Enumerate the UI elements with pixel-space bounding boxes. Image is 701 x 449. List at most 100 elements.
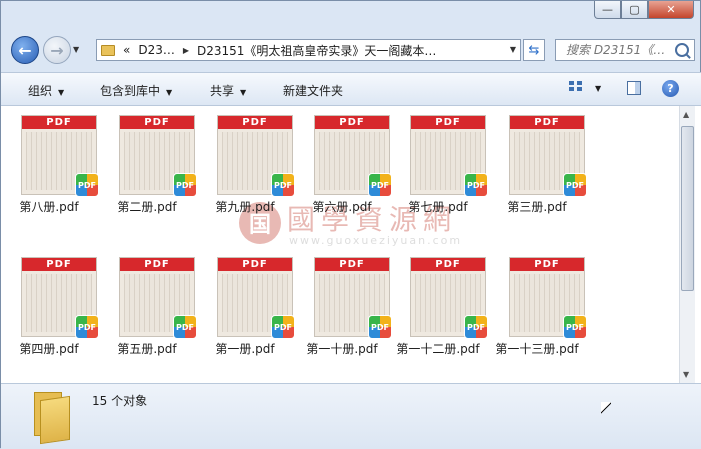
breadcrumb-overflow[interactable]: « [123,43,130,57]
scroll-down-arrow-icon[interactable]: ▼ [683,370,689,379]
include-in-library-menu[interactable]: 包含到库中 ▼ [100,82,172,99]
folder-icon [28,392,72,445]
file-item[interactable]: PDF PDF 第二册.pdf [99,106,197,236]
file-list[interactable]: 国 國學資源網 www.guoxueziyuan.com PDF PDF 第八册.p… [1,106,701,383]
pdf-banner: PDF [315,116,389,129]
view-grid-cell [569,87,574,91]
window-controls: — ▢ ✕ [594,1,694,19]
pdf-banner: PDF [120,116,194,129]
command-bar: 组织 ▼ 包含到库中 ▼ 共享 ▼ 新建文件夹 ▼ ? [1,72,701,106]
pdf-banner: PDF [120,258,194,271]
pdf-app-icon: PDF [271,315,295,339]
view-grid-cell [577,81,582,85]
pdf-banner: PDF [411,116,485,129]
maximize-button[interactable]: ▢ [621,1,648,19]
pdf-app-icon: PDF [563,173,587,197]
pdf-thumbnail[interactable]: PDF PDF [509,115,587,197]
chevron-right-icon[interactable]: ▶ [183,46,189,55]
chevron-down-icon: ▼ [240,88,247,97]
pdf-app-icon: PDF [75,315,99,339]
file-item[interactable]: PDF PDF 第八册.pdf [1,106,99,236]
vertical-scrollbar[interactable]: ▲ ▼ [679,106,695,383]
pdf-banner: PDF [510,116,584,129]
pdf-app-icon: PDF [368,173,392,197]
pdf-thumbnail[interactable]: PDF PDF [21,115,99,197]
pdf-app-icon: PDF [563,315,587,339]
file-name[interactable]: 第三册.pdf [467,198,607,215]
breadcrumb-parent[interactable]: D23… [138,43,175,57]
scrollbar-thumb[interactable] [681,126,694,291]
arrow-left-icon: ← [18,40,32,60]
search-box[interactable] [555,39,695,61]
pdf-thumbnail[interactable]: PDF PDF [509,257,587,339]
new-folder-button[interactable]: 新建文件夹 [283,82,343,99]
file-name[interactable]: 第一十三册.pdf [467,340,607,357]
search-icon[interactable] [675,43,689,57]
pdf-thumbnail[interactable]: PDF PDF [217,257,295,339]
pdf-thumbnail[interactable]: PDF PDF [119,115,197,197]
close-button[interactable]: ✕ [648,1,694,19]
pdf-banner: PDF [411,258,485,271]
help-icon: ? [667,82,674,95]
recent-pages-dropdown[interactable]: ▼ [73,45,79,54]
file-item[interactable]: PDF PDF 第九册.pdf [197,106,295,236]
organize-label: 组织 [28,84,53,98]
include-in-library-label: 包含到库中 [100,84,161,98]
help-button[interactable]: ? [662,80,679,97]
pdf-thumbnail[interactable]: PDF PDF [21,257,99,339]
folder-icon [101,44,115,56]
mouse-cursor-icon [601,402,611,418]
file-item[interactable]: PDF PDF 第四册.pdf [1,248,99,378]
pdf-app-icon: PDF [368,315,392,339]
address-row: ← → ▼ « D23… ▶ D23151《明太祖高皇帝实录》天一阁藏本… ▼ … [1,31,701,69]
address-bar[interactable]: « D23… ▶ D23151《明太祖高皇帝实录》天一阁藏本… ▼ [96,39,521,61]
pdf-banner: PDF [22,116,96,129]
refresh-button[interactable]: ⇆ [523,39,545,61]
pdf-thumbnail[interactable]: PDF PDF [119,257,197,339]
pdf-app-icon: PDF [173,173,197,197]
pdf-app-icon: PDF [173,315,197,339]
pdf-thumbnail[interactable]: PDF PDF [217,115,295,197]
file-item[interactable]: PDF PDF 第一十三册.pdf [489,248,587,378]
back-button[interactable]: ← [11,36,39,64]
pdf-thumbnail[interactable]: PDF PDF [314,115,392,197]
folder-front [40,395,70,445]
refresh-icon: ⇆ [528,42,540,58]
details-pane: 15 个对象 [1,383,701,449]
item-count: 15 个对象 [92,394,148,408]
file-item[interactable]: PDF PDF 第一十二册.pdf [390,248,488,378]
pdf-thumbnail[interactable]: PDF PDF [314,257,392,339]
change-view-button[interactable] [569,81,585,95]
breadcrumb-current[interactable]: D23151《明太祖高皇帝实录》天一阁藏本… [197,42,436,59]
share-menu[interactable]: 共享 ▼ [210,82,246,99]
pdf-banner: PDF [22,258,96,271]
preview-pane-button[interactable] [627,81,641,95]
file-item[interactable]: PDF PDF 第一册.pdf [197,248,295,378]
pdf-thumbnail[interactable]: PDF PDF [410,115,488,197]
arrow-right-icon: → [50,40,64,60]
file-item[interactable]: PDF PDF 第三册.pdf [489,106,587,236]
pdf-app-icon: PDF [464,315,488,339]
view-grid-cell [577,87,582,91]
view-grid-icon [569,81,574,85]
view-options-dropdown[interactable]: ▼ [595,84,601,93]
pdf-thumbnail[interactable]: PDF PDF [410,257,488,339]
share-label: 共享 [210,84,235,98]
minimize-button[interactable]: — [594,1,621,19]
file-item[interactable]: PDF PDF 第一十册.pdf [294,248,392,378]
organize-menu[interactable]: 组织 ▼ [28,82,64,99]
scroll-up-arrow-icon[interactable]: ▲ [683,110,689,119]
address-history-dropdown[interactable]: ▼ [510,45,516,54]
chevron-down-icon: ▼ [166,88,173,97]
pdf-banner: PDF [510,258,584,271]
file-item[interactable]: PDF PDF 第七册.pdf [390,106,488,236]
search-input[interactable] [564,42,678,58]
pdf-banner: PDF [218,116,292,129]
forward-button[interactable]: → [43,36,71,64]
pdf-banner: PDF [315,258,389,271]
pdf-banner: PDF [218,258,292,271]
file-item[interactable]: PDF PDF 第五册.pdf [99,248,197,378]
file-item[interactable]: PDF PDF 第六册.pdf [294,106,392,236]
explorer-window: — ▢ ✕ ← → ▼ « D23… ▶ D23151《明太祖高皇帝实录》天一阁… [0,0,701,449]
pdf-app-icon: PDF [464,173,488,197]
